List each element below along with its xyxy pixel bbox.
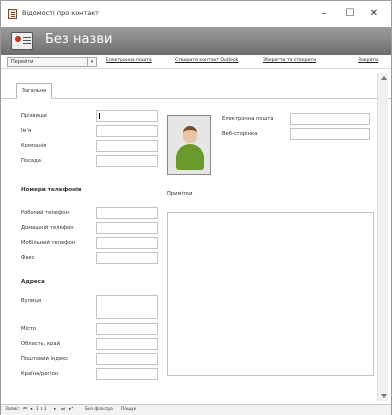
next-record-icon[interactable]: ▸ [54,405,56,415]
form-icon [8,9,17,19]
last-record-icon[interactable]: ⏭ [61,405,65,415]
mobile-phone-field[interactable] [96,237,158,249]
home-phone-label: Домашній телефон [21,225,74,231]
close-button[interactable]: ✕ [364,7,384,21]
email-field[interactable] [290,113,370,125]
last-name-label: Прізвище [21,113,47,119]
maximize-button[interactable]: ☐ [340,7,360,21]
street-field[interactable] [96,295,158,319]
go-to-select[interactable]: Перейти ▾ [7,57,97,67]
work-phone-label: Робочий телефон [21,210,69,216]
city-field[interactable] [96,323,158,335]
form-title: Без назви [45,32,113,47]
notes-field[interactable] [167,212,374,376]
mobile-phone-label: Мобільний телефон [21,240,76,246]
previous-record-icon[interactable]: ◂ [30,405,32,415]
company-label: Компанія [21,143,47,149]
city-label: Місто [21,326,36,332]
postal-code-field[interactable] [96,353,158,365]
phones-section-heading: Номери телефонів [21,187,82,193]
title-bar: Відомості про контакт – ☐ ✕ [1,1,391,27]
create-outlook-contact-link[interactable]: Створити контакт Outlook [175,58,238,63]
work-phone-field[interactable] [96,207,158,219]
job-title-field[interactable] [96,155,158,167]
minimize-button[interactable]: – [314,7,334,21]
company-field[interactable] [96,140,158,152]
scroll-up-icon[interactable] [381,76,387,80]
form-header: Без назви [1,27,391,55]
filter-status[interactable]: Без фільтра [85,405,113,415]
form-toolbar: Перейти ▾ Електронна пошта Створити конт… [1,55,391,69]
window-title: Відомості про контакт [22,9,99,17]
web-page-label: Веб-сторінка [222,131,258,137]
tab-strip: Загальне [1,77,391,99]
country-label: Країна/регіон [21,371,59,377]
contact-card-icon [11,32,33,50]
person-body-icon [176,144,204,170]
scroll-down-icon[interactable] [381,394,387,398]
chevron-down-icon[interactable]: ▾ [87,58,96,66]
email-link[interactable]: Електронна пошта [106,58,152,63]
region-field[interactable] [96,338,158,350]
save-and-new-link[interactable]: Зберегти та створити [263,58,316,63]
notes-label: Примітки [167,191,193,197]
street-label: Вулиця [21,298,41,304]
new-record-icon[interactable]: ▸* [69,405,73,415]
first-name-label: Ім'я [21,128,31,134]
person-head-icon [183,126,197,143]
job-title-label: Посада [21,158,41,164]
last-name-field[interactable] [96,110,158,122]
address-section-heading: Адреса [21,279,45,285]
record-position[interactable]: 1 з 1 [36,405,47,415]
web-page-field[interactable] [290,128,370,140]
close-link[interactable]: Закрити [358,58,378,63]
home-phone-field[interactable] [96,222,158,234]
vertical-scrollbar[interactable] [377,73,388,401]
record-navigation-bar: Запис: ⏮ ◂ 1 з 1 ▸ ⏭ ▸* Без фільтра Пошу… [1,404,391,415]
region-label: Область, край [21,341,60,347]
country-field[interactable] [96,368,158,380]
record-label: Запис: [5,407,21,412]
go-to-value: Перейти [11,59,34,65]
fax-field[interactable] [96,252,158,264]
first-name-field[interactable] [96,125,158,137]
email-label: Електронна пошта [222,116,274,122]
first-record-icon[interactable]: ⏮ [23,405,27,415]
fax-label: Факс [21,255,35,261]
postal-code-label: Поштовий індекс [21,356,69,362]
contact-photo[interactable] [167,115,211,175]
search-box[interactable]: Пошук [121,405,136,415]
contact-details-window: Відомості про контакт – ☐ ✕ Без назви Пе… [0,0,392,415]
tab-general[interactable]: Загальне [16,83,52,99]
